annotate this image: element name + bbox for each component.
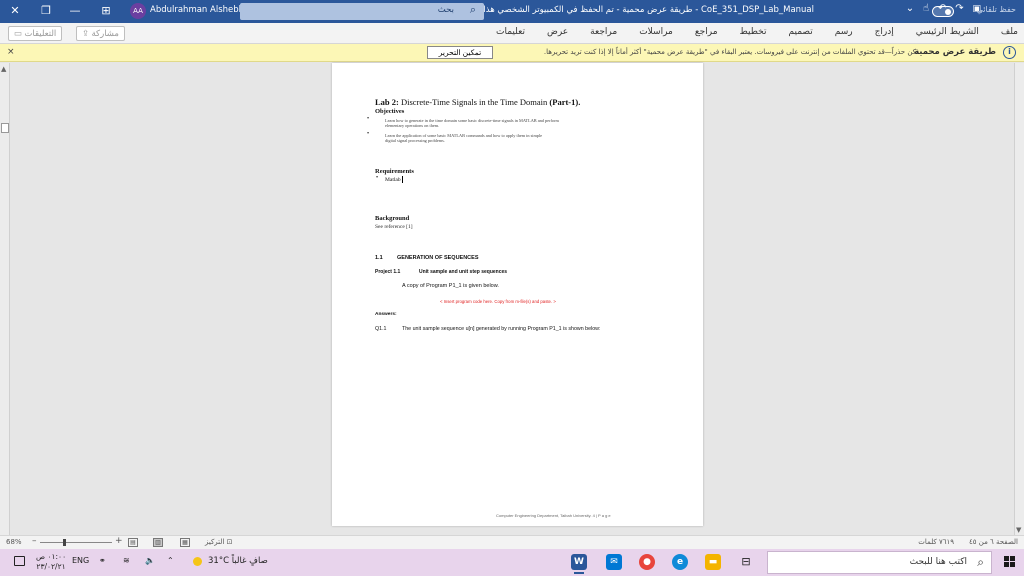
taskbar-search-input[interactable]: اكتب هنا للبحث ⌕: [767, 551, 992, 574]
page-footer: Computer Engineering Department, Taibah …: [496, 513, 611, 518]
tab-2[interactable]: إدراج: [875, 27, 894, 37]
section-heading: 1.1 GENERATION OF SEQUENCES: [375, 255, 479, 261]
read-mode-icon[interactable]: ▦: [180, 538, 190, 547]
copy-text: A copy of Program P1_1 is given below.: [402, 283, 499, 289]
ribbon-display-icon[interactable]: ⊞: [97, 3, 115, 19]
word-count[interactable]: ٧٦١٩ كلمات: [918, 538, 954, 546]
scroll-up-icon[interactable]: ▲: [1, 65, 6, 73]
word-icon[interactable]: W: [571, 554, 587, 574]
question-q1-1: Q1.1 The unit sample sequence u[n] genera…: [375, 326, 601, 332]
zoom-slider[interactable]: [40, 539, 112, 546]
text-cursor: [401, 176, 403, 183]
zoom-slider-thumb[interactable]: [62, 539, 66, 546]
zoom-out-icon[interactable]: –: [32, 536, 37, 546]
windows-start-icon[interactable]: [1004, 556, 1016, 568]
lab-title: Lab 2: Discrete-Time Signals in the Time…: [375, 97, 581, 107]
comments-label: التعليقات: [24, 28, 57, 38]
autosave-toggle[interactable]: [932, 6, 954, 17]
weather-icon: [193, 557, 202, 566]
close-icon[interactable]: ×: [7, 47, 15, 57]
objective-bullet-1: • Learn how to generate in the time domai…: [367, 116, 559, 128]
scroll-down-icon[interactable]: ▼: [1016, 526, 1021, 534]
chrome-icon[interactable]: ●: [639, 554, 655, 570]
reference-text: See reference [1]: [375, 224, 413, 230]
insert-note: < Insert program code here. Copy from m-…: [440, 299, 556, 304]
mail-icon[interactable]: ✉: [606, 554, 622, 570]
comments-button[interactable]: ▭ التعليقات: [8, 26, 63, 41]
enable-editing-button[interactable]: تمكين التحرير: [427, 46, 493, 59]
answers-heading: Answers:: [375, 312, 397, 317]
document-title: CoE_351_DSP_Lab_Manual - طريقة عرض محمية…: [483, 5, 814, 15]
tab-10[interactable]: تعليمات: [496, 27, 525, 37]
more-icon[interactable]: ⌄: [906, 3, 914, 14]
vertical-scrollbar[interactable]: ▼: [1014, 63, 1024, 535]
document-page[interactable]: Lab 2: Discrete-Time Signals in the Time…: [332, 63, 703, 526]
tab-6[interactable]: مراجع: [695, 27, 718, 37]
clock-time: ٠١:٠٠ ص: [36, 552, 67, 561]
restore-icon[interactable]: ❐: [37, 3, 55, 19]
autosave-label: حفظ تلقائي: [976, 5, 1016, 14]
objective-bullet-2: • Learn the application of some basic MAT…: [367, 131, 543, 143]
user-name: Abdulrahman Alshebli: [150, 5, 244, 15]
protected-view-message: كن حذراً—قد تحتوي الملفات من إنترنت على …: [543, 48, 916, 56]
project-heading: Project 1.1 Unit sample and unit step seq…: [375, 269, 508, 275]
language-indicator[interactable]: ENG: [72, 556, 89, 565]
tab-3[interactable]: رسم: [835, 27, 853, 37]
tab-5[interactable]: تخطيط: [740, 27, 767, 37]
network-icon[interactable]: ⚭: [99, 556, 106, 565]
wifi-icon[interactable]: ≋: [123, 556, 130, 565]
redo-icon[interactable]: ↷: [955, 3, 963, 14]
focus-button[interactable]: التركيز ⊡: [205, 538, 232, 546]
zoom-in-icon[interactable]: +: [115, 536, 123, 546]
tab-8[interactable]: مراجعة: [590, 27, 617, 37]
title-bar: ✕ ❐ — ⊞ AA Abdulrahman Alshebli بحث ⌕ Co…: [0, 0, 1024, 23]
task-view-icon[interactable]: ⊟: [738, 554, 754, 570]
avatar: AA: [130, 3, 146, 19]
tab-9[interactable]: عرض: [547, 27, 568, 37]
page-indicator[interactable]: الصفحة ٦ من ٤٥: [969, 538, 1018, 546]
file-explorer-icon[interactable]: ▬: [705, 554, 721, 570]
touch-mode-icon[interactable]: ☝: [923, 3, 929, 14]
requirement-item: • Matlab: [376, 175, 403, 183]
show-hidden-icons[interactable]: ⌃: [167, 556, 174, 565]
ruler-marker[interactable]: [1, 123, 9, 133]
tab-7[interactable]: مراسلات: [639, 27, 673, 37]
info-icon: i: [1003, 46, 1016, 59]
status-bar: الصفحة ٦ من ٤٥ ٧٦١٩ كلمات 68% – + ▤ ▥ ▦ …: [0, 535, 1024, 549]
objectives-heading: Objectives: [375, 108, 405, 115]
minimize-icon[interactable]: —: [66, 3, 84, 19]
clock-date: ٢٣/٠٢/٢١: [36, 562, 66, 571]
close-icon[interactable]: ✕: [6, 3, 24, 19]
search-input[interactable]: بحث ⌕: [240, 3, 484, 20]
share-icon: ⇪: [82, 28, 90, 38]
left-margin-bar: ▲: [0, 63, 10, 535]
print-layout-icon[interactable]: ▥: [153, 538, 163, 547]
comment-icon: ▭: [14, 28, 23, 38]
search-icon: ⌕: [469, 3, 476, 16]
search-placeholder: بحث: [437, 5, 454, 15]
taskbar-search-placeholder: اكتب هنا للبحث: [909, 557, 967, 567]
share-label: مشاركة: [91, 28, 119, 38]
tab-1[interactable]: الشريط الرئيسي: [916, 27, 979, 37]
volume-icon[interactable]: 🔈: [145, 556, 155, 565]
requirements-heading: Requirements: [375, 168, 414, 175]
edge-icon[interactable]: e: [672, 554, 688, 570]
tab-4[interactable]: تصميم: [788, 27, 812, 37]
tab-0[interactable]: ملف: [1001, 27, 1018, 37]
tab-list: ملف الشريط الرئيسي إدراج رسم تصميم تخطيط مراجع…: [474, 27, 1018, 37]
taskbar: اكتب هنا للبحث ⌕ ⊟ ▬ e ● ✉ W 31°C صافٍ غ…: [0, 549, 1024, 576]
background-heading: Background: [375, 215, 410, 222]
notification-icon[interactable]: [14, 556, 25, 566]
weather-text[interactable]: 31°C صافٍ غالباً: [208, 556, 268, 566]
search-icon: ⌕: [977, 555, 984, 569]
protected-view-bar: i طريقة عرض محمية كن حذراً—قد تحتوي المل…: [0, 44, 1024, 62]
ribbon-tabs: ▭ التعليقات ⇪ مشاركة ملف الشريط الرئيسي إد…: [0, 23, 1024, 44]
protected-view-title: طريقة عرض محمية: [914, 47, 996, 57]
zoom-percent[interactable]: 68%: [6, 538, 22, 546]
web-layout-icon[interactable]: ▤: [128, 538, 138, 547]
share-button[interactable]: ⇪ مشاركة: [76, 26, 125, 41]
clock[interactable]: ٠١:٠٠ ص ٢٣/٠٢/٢١: [36, 552, 66, 572]
